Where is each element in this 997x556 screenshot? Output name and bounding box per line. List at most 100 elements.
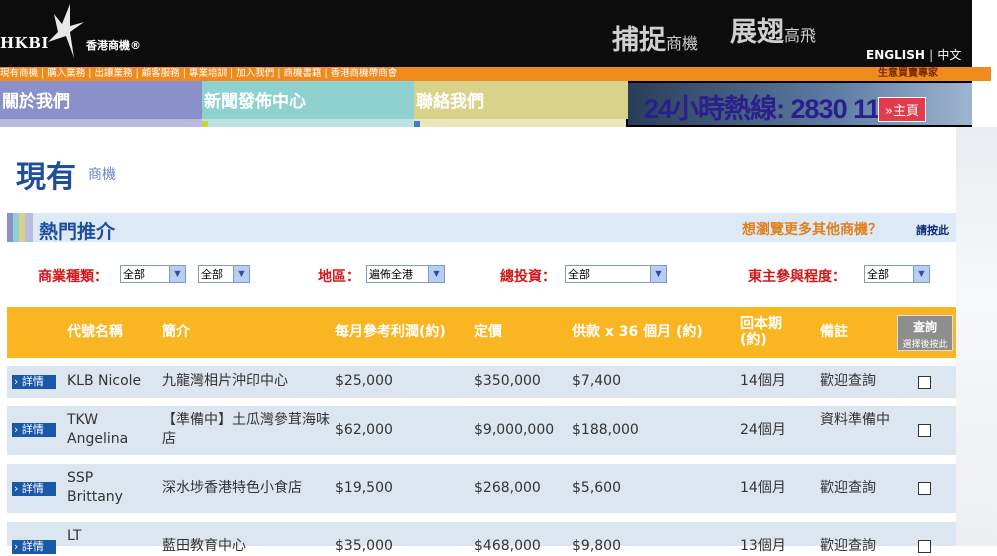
row-desc[interactable]: 藍田教育中心 <box>162 537 246 556</box>
language-switch: ENGLISH | 中文 <box>866 46 961 63</box>
row-installment: $9,800 <box>572 538 621 554</box>
nav-tab-about[interactable]: 關於我們 <box>0 81 204 119</box>
chevron-down-icon[interactable]: ▼ <box>650 266 666 282</box>
row-payback: 24個月 <box>740 422 786 438</box>
row-payback: 13個月 <box>740 538 786 554</box>
row-payback: 14個月 <box>740 373 786 389</box>
category-label: 商業種類： <box>38 269 108 285</box>
row-installment: $188,000 <box>572 422 639 438</box>
section-stripes-icon <box>7 213 33 242</box>
lang-english-link[interactable]: ENGLISH <box>866 48 925 62</box>
chevron-down-icon[interactable]: ▼ <box>428 266 444 282</box>
row-remark: 歡迎查詢 <box>820 373 876 389</box>
nav-underline-contact <box>414 119 626 127</box>
motto-text: 生意買賣專家 <box>878 68 938 79</box>
query-button-hint: 選擇後按此 <box>902 340 948 350</box>
detail-button[interactable]: › 詳情 <box>12 423 56 437</box>
col-installment: 供款 x 36 個月 (約) <box>572 324 703 340</box>
table-header: 代號名稱 簡介 每月參考利潤(約) 定價 供款 x 36 個月 (約) 回本期(… <box>7 307 956 358</box>
more-opportunities-link[interactable]: 請按此 <box>916 222 949 238</box>
main-nav: 關於我們 新聞發佈中心 聯絡我們 24小時熱線: 2830 1111 »主頁 <box>0 81 972 127</box>
detail-button[interactable]: › 詳情 <box>12 540 56 554</box>
col-payback: 回本期(約) <box>740 316 782 348</box>
owner-involvement-select[interactable]: 全部 ▼ <box>864 265 930 283</box>
row-remark: 資料準備中 <box>820 412 890 428</box>
section-bar: 熱門推介 想瀏覽更多其他商機？ 請按此 <box>7 213 956 243</box>
nav-underline-about <box>0 119 202 127</box>
page-title: 現有 <box>16 160 76 195</box>
row-checkbox[interactable] <box>918 424 931 437</box>
chevron-down-icon[interactable]: ▼ <box>913 266 929 282</box>
col-price: 定價 <box>474 324 502 340</box>
top-links[interactable]: 現有商機 | 購入業務 | 出讓業務 | 顧客服務 | 專業培訓 | 加入我們 … <box>0 67 397 81</box>
chevron-down-icon[interactable]: ▼ <box>233 266 249 282</box>
row-profit: $62,000 <box>335 422 393 438</box>
section-title: 熱門推介 <box>39 221 116 243</box>
detail-button[interactable]: › 詳情 <box>12 375 56 389</box>
table-row: › 詳情 TKW Angelina 【準備中】土瓜灣參茸海味店 $62,000 … <box>7 406 956 455</box>
table-row: › 詳情 LT 藍田教育中心 $35,000 $468,000 $9,800 1… <box>7 522 956 554</box>
row-installment: $7,400 <box>572 373 621 389</box>
row-profit: $35,000 <box>335 538 393 554</box>
table-row: › 詳情 KLB Nicole 九龍灣相片沖印中心 $25,000 $350,0… <box>7 366 956 398</box>
slogan-capture: 捕捉商機 <box>612 25 699 56</box>
investment-select[interactable]: 全部 ▼ <box>565 265 667 283</box>
site-header: HKBI 香港商機® 捕捉商機 展翅高飛 ENGLISH | 中文 <box>0 0 972 68</box>
category-select[interactable]: 全部 ▼ <box>120 265 186 283</box>
col-desc: 簡介 <box>162 324 190 340</box>
row-remark: 歡迎查詢 <box>820 538 876 554</box>
site-logo[interactable]: HKBI <box>0 34 49 52</box>
row-code: TKW Angelina <box>67 412 129 447</box>
region-select[interactable]: 遍佈全港 ▼ <box>366 265 445 283</box>
row-desc[interactable]: 深水埗香港特色小食店 <box>162 479 302 498</box>
row-code: LT <box>67 528 82 544</box>
row-profit: $25,000 <box>335 373 393 389</box>
investment-label: 總投資： <box>500 269 556 285</box>
owner-involvement-select-value: 全部 <box>867 268 889 281</box>
hotline-banner: 24小時熱線: 2830 1111 »主頁 <box>628 83 972 125</box>
top-link-bar: 現有商機 | 購入業務 | 出讓業務 | 顧客服務 | 專業培訓 | 加入我們 … <box>0 67 991 81</box>
row-checkbox[interactable] <box>918 540 931 553</box>
row-price: $268,000 <box>474 480 541 496</box>
row-checkbox[interactable] <box>918 482 931 495</box>
table-row: › 詳情 SSP Brittany 深水埗香港特色小食店 $19,500 $26… <box>7 464 956 513</box>
region-label: 地區： <box>318 269 360 285</box>
row-code: SSP Brittany <box>67 470 123 505</box>
col-code: 代號名稱 <box>67 324 123 340</box>
col-profit: 每月參考利潤(約) <box>335 324 446 340</box>
row-price: $350,000 <box>474 373 541 389</box>
subcategory-select[interactable]: 全部 ▼ <box>198 265 250 283</box>
hotline-number: 24小時熱線: 2830 1111 <box>644 94 906 124</box>
detail-button[interactable]: › 詳情 <box>12 482 56 496</box>
category-select-value: 全部 <box>123 268 145 281</box>
query-button[interactable]: 查詢 選擇後按此 <box>897 315 953 351</box>
query-button-label: 查詢 <box>912 320 937 334</box>
nav-tab-news[interactable]: 新聞發佈中心 <box>202 81 416 119</box>
row-profit: $19,500 <box>335 480 393 496</box>
investment-select-value: 全部 <box>568 268 590 281</box>
row-checkbox[interactable] <box>918 376 931 389</box>
nav-tab-contact[interactable]: 聯絡我們 <box>414 81 628 119</box>
page-subtitle: 商機 <box>88 167 116 183</box>
row-price: $9,000,000 <box>474 422 555 438</box>
subcategory-select-value: 全部 <box>201 268 223 281</box>
row-installment: $5,600 <box>572 480 621 496</box>
row-code: KLB Nicole <box>67 373 142 389</box>
row-desc[interactable]: 【準備中】土瓜灣參茸海味店 <box>162 411 330 449</box>
row-remark: 歡迎查詢 <box>820 480 876 496</box>
row-desc[interactable]: 九龍灣相片沖印中心 <box>162 372 288 391</box>
col-remark: 備註 <box>820 324 848 340</box>
row-price: $468,000 <box>474 538 541 554</box>
more-opportunities-text: 想瀏覽更多其他商機？ <box>742 222 882 238</box>
chevron-down-icon[interactable]: ▼ <box>169 266 185 282</box>
region-select-value: 遍佈全港 <box>369 268 413 281</box>
side-decoration <box>956 127 997 546</box>
lang-separator: | <box>929 48 934 62</box>
row-payback: 14個月 <box>740 480 786 496</box>
nav-underline-news <box>202 119 414 127</box>
home-button[interactable]: »主頁 <box>878 97 926 122</box>
site-logo-subtitle: 香港商機® <box>86 39 141 52</box>
owner-involvement-label: 東主參與程度： <box>748 269 846 285</box>
slogan-soar: 展翅高飛 <box>730 17 817 48</box>
lang-chinese-link[interactable]: 中文 <box>937 48 961 62</box>
